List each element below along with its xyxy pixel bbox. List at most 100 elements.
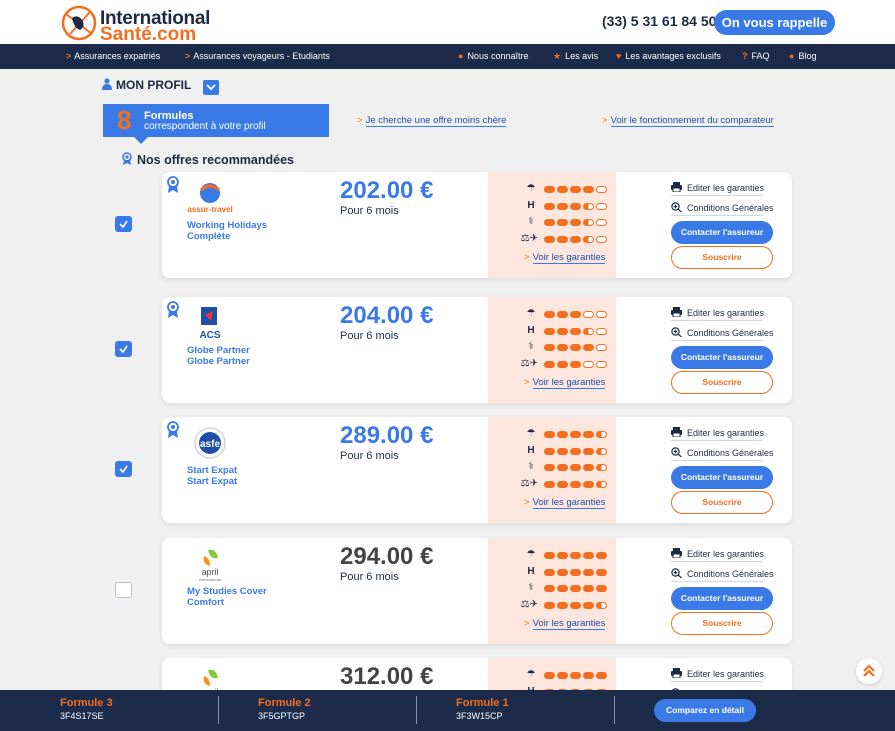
edit-guarantees-link[interactable]: Editer les garanties <box>671 427 764 441</box>
contact-insurer-button[interactable]: Contacter l'assureur <box>671 466 773 489</box>
rating-dot <box>596 464 607 471</box>
compare-slot[interactable]: Formule 1 3F3W15CP <box>456 690 654 731</box>
link-label: Voir les garanties <box>532 618 606 630</box>
rating-dot <box>596 202 607 210</box>
contact-insurer-button[interactable]: Contacter l'assureur <box>671 346 773 369</box>
product-name[interactable]: Start Expat Start Expat <box>187 465 238 487</box>
subscribe-button[interactable]: Souscrire <box>671 246 773 269</box>
rating-dot <box>596 311 607 318</box>
product-name-line1: Globe Partner <box>187 345 250 356</box>
rating-dots <box>544 447 609 456</box>
rating-dot <box>596 360 607 368</box>
hospital-icon: H <box>527 199 535 211</box>
subscribe-button[interactable]: Souscrire <box>671 491 773 514</box>
svg-text:International: International <box>199 577 221 582</box>
nav-item-label: Les avis <box>565 51 599 61</box>
compare-checkbox[interactable] <box>115 582 132 598</box>
star-icon: ★ <box>553 51 562 61</box>
rating-dot <box>544 464 555 471</box>
compare-checkbox[interactable] <box>115 341 132 357</box>
edit-guarantees-link[interactable]: Editer les garanties <box>671 182 764 196</box>
cheaper-offer-link[interactable]: > Je cherche une offre moins chère <box>357 115 507 127</box>
nav-item-label: Assurances expatriés <box>74 51 161 61</box>
printer-icon <box>671 427 682 437</box>
subscribe-button[interactable]: Souscrire <box>671 612 773 635</box>
product-name[interactable]: My Studies Cover Comfort <box>187 586 267 608</box>
rating-dot <box>544 552 555 559</box>
guarantees-panel: ☂ H ⚕ ⚖✈ >Voir les garanties <box>488 417 616 523</box>
nav-item-label: Les avantages exclusifs <box>625 51 721 61</box>
offer-card: assur-travel Working Holidays Complète 202.… <box>162 172 792 278</box>
rating-dot <box>544 186 555 193</box>
subscribe-button[interactable]: Souscrire <box>671 371 773 394</box>
rating-dots <box>544 327 609 336</box>
guarantee-rating-row: ⚕ <box>524 341 614 353</box>
offer-actions: Editer les garanties Conditions Générales… <box>671 538 783 644</box>
compare-checkbox[interactable] <box>115 461 132 477</box>
view-guarantees-link[interactable]: > Voir les garanties <box>524 377 606 389</box>
compare-checkbox[interactable] <box>115 216 132 232</box>
nav-item-blog[interactable]: ● Blog <box>789 44 816 69</box>
offer-price: 202.00 € <box>340 177 434 204</box>
general-conditions-link[interactable]: Conditions Générales <box>671 447 774 461</box>
rating-dot <box>557 552 568 559</box>
compare-slot[interactable]: Formule 2 3F5GPTGP <box>258 690 456 731</box>
general-conditions-link[interactable]: Conditions Générales <box>671 327 774 341</box>
scroll-to-top-button[interactable] <box>856 658 882 684</box>
rating-dots <box>544 601 609 610</box>
rating-dot <box>570 186 581 193</box>
contact-insurer-button[interactable]: Contacter l'assureur <box>671 587 773 610</box>
product-name[interactable]: Globe Partner Globe Partner <box>187 345 250 367</box>
contact-insurer-button[interactable]: Contacter l'assureur <box>671 221 773 244</box>
rating-dot <box>544 447 555 455</box>
chevron-down-icon[interactable] <box>203 80 219 95</box>
rating-dot <box>583 327 594 335</box>
rating-dot <box>557 672 568 679</box>
nav-item-expatries[interactable]: > Assurances expatriés <box>66 44 160 69</box>
phone-number[interactable]: (33) 5 31 61 84 50 <box>602 13 716 29</box>
rating-dot <box>583 552 594 559</box>
guarantee-rating-row: ☂ <box>524 669 614 681</box>
general-conditions-link[interactable]: Conditions Générales <box>671 202 774 216</box>
guarantee-rating-row: ⚕ <box>524 461 614 473</box>
view-guarantees-link[interactable]: > Voir les garanties <box>524 497 606 509</box>
callback-button[interactable]: On vous rappelle <box>714 10 835 35</box>
insurer-logo: ACS <box>199 307 221 341</box>
guarantees-panel: ☂ H ⚕ ⚖✈ >Voir les garanties <box>488 172 616 278</box>
comparison-bar: Formule 3 3F4S17SE Formule 2 3F5GPTGP Fo… <box>0 690 895 731</box>
product-name[interactable]: Working Holidays Complète <box>187 220 267 242</box>
rating-dot <box>544 344 555 351</box>
link-label: Editer les garanties <box>687 549 765 559</box>
guarantee-rating-row: H <box>524 445 614 457</box>
compare-slot[interactable]: Formule 3 3F4S17SE <box>60 690 258 731</box>
compare-slot-title: Formule 1 <box>456 697 509 709</box>
edit-guarantees-link[interactable]: Editer les garanties <box>671 668 764 682</box>
edit-guarantees-link[interactable]: Editer les garanties <box>671 307 764 321</box>
compare-detail-button[interactable]: Comparez en détail <box>654 699 756 722</box>
nav-item-faq[interactable]: ? FAQ <box>742 44 770 69</box>
checkmark-icon <box>119 345 128 354</box>
rating-dot <box>583 568 594 576</box>
product-name-line2: Start Expat <box>187 475 238 487</box>
guarantee-rating-row: ☂ <box>524 549 614 561</box>
banner-pointer <box>134 137 148 144</box>
offer-card: ACS Globe Partner Globe Partner 204.00 € Pou… <box>162 297 792 403</box>
rating-dot <box>570 431 581 438</box>
zoom-in-icon <box>671 447 682 457</box>
nav-item-avantages[interactable]: ♥ Les avantages exclusifs <box>616 44 721 69</box>
edit-guarantees-link[interactable]: Editer les garanties <box>671 548 765 562</box>
profile-toggle[interactable]: MON PROFIL <box>102 78 219 98</box>
general-conditions-link[interactable]: Conditions Générales <box>671 568 774 582</box>
rating-dots <box>544 464 609 472</box>
comparator-howto-link[interactable]: > Voir le fonctionnement du comparateur <box>602 115 774 127</box>
view-guarantees-link[interactable]: > Voir les garanties <box>524 252 606 264</box>
view-guarantees-link[interactable]: > Voir les garanties <box>524 618 606 630</box>
zoom-in-icon <box>671 327 682 337</box>
insurer-logo: aprilInternational <box>199 549 221 582</box>
logo[interactable]: International Santé.com <box>60 4 220 45</box>
nav-item-voyageurs[interactable]: > Assurances voyageurs - Etudiants <box>185 44 330 69</box>
rating-dot <box>583 431 594 438</box>
rating-dot <box>570 480 581 488</box>
nav-item-nous-connaitre[interactable]: ● Nous connaître <box>458 44 528 69</box>
nav-item-avis[interactable]: ★ Les avis <box>553 44 598 69</box>
